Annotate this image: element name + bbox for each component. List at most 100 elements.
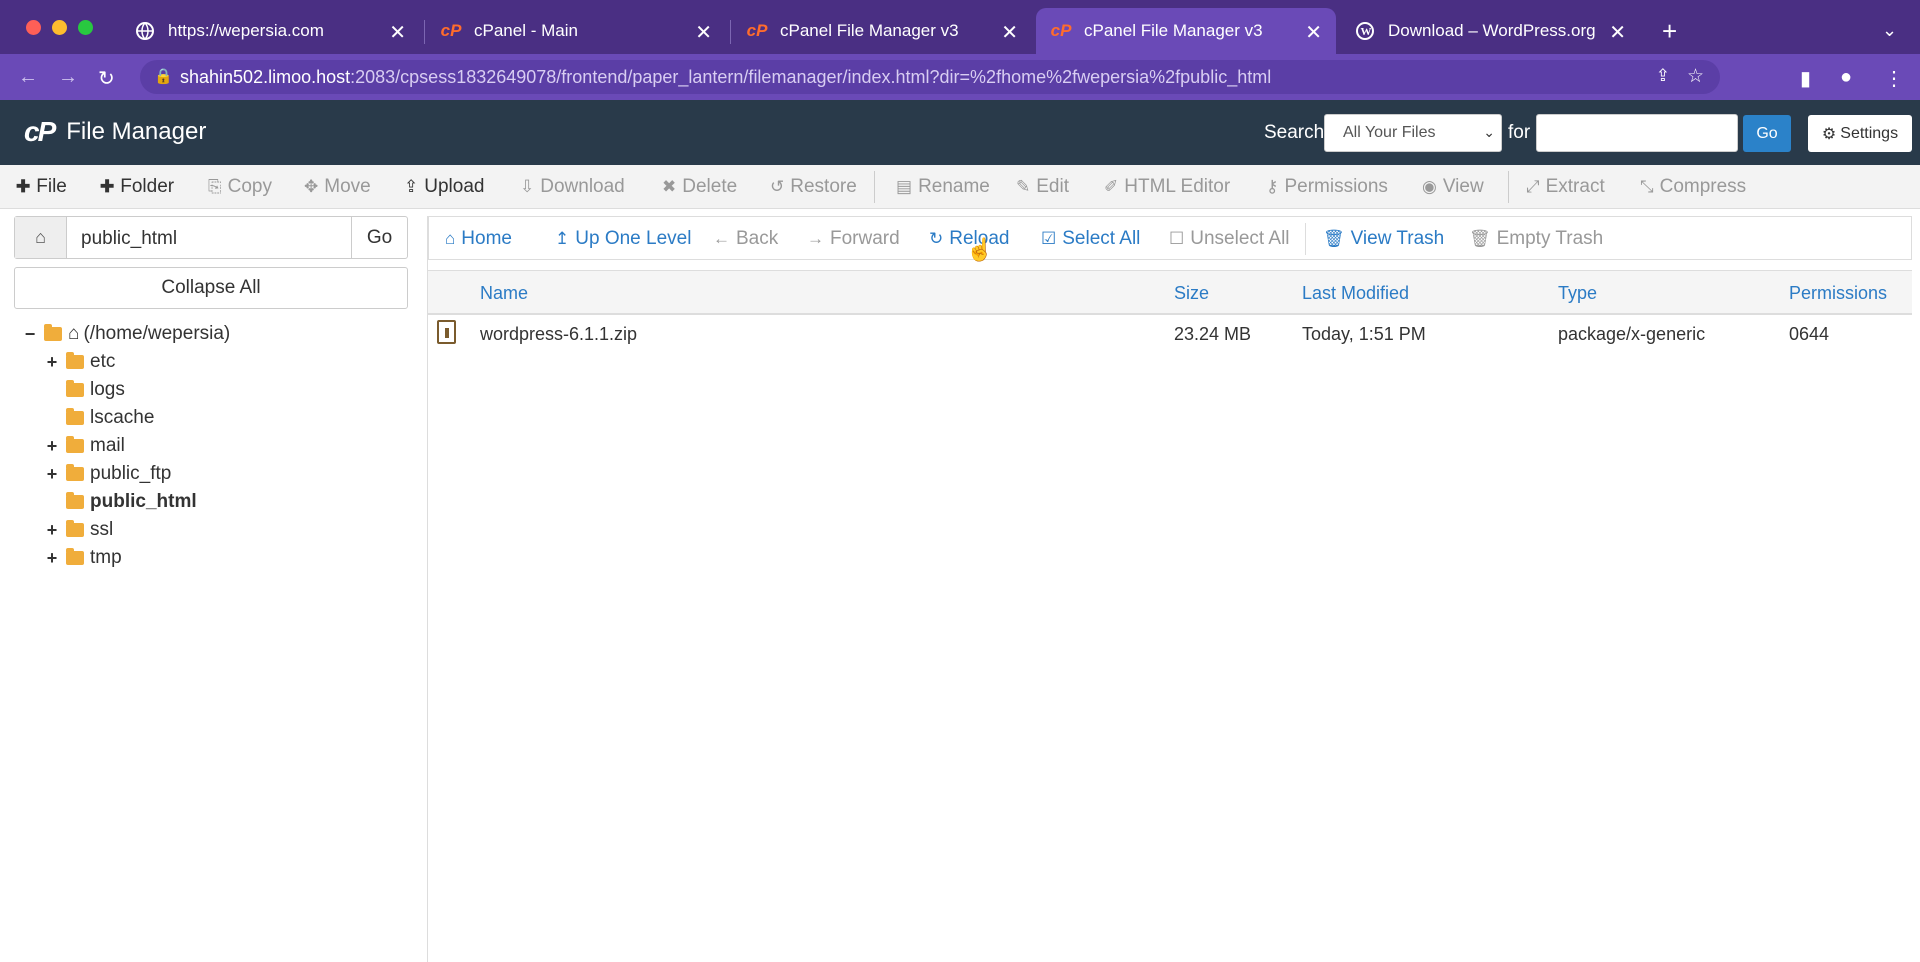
profile-icon[interactable]: ● <box>1840 66 1852 89</box>
browser-tab-wepersia[interactable]: https://wepersia.com ✕ <box>120 8 420 54</box>
folder-icon <box>66 520 84 537</box>
home-button[interactable]: ⌂ Home <box>445 228 512 250</box>
back-button[interactable]: ← Back <box>713 228 778 250</box>
extract-button[interactable]: ⤢ Extract <box>1526 176 1605 198</box>
copy-button[interactable]: ⎘ Copy <box>208 176 272 198</box>
folder-icon <box>66 492 84 509</box>
view-trash-button[interactable]: 🗑 View Trash <box>1323 228 1444 250</box>
tree-node-public-ftp[interactable]: + public_ftp <box>44 462 172 486</box>
arrow-left-icon: ← <box>713 229 730 248</box>
close-icon[interactable]: ✕ <box>695 20 712 45</box>
expand-icon[interactable]: + <box>44 548 60 569</box>
browser-tab-file-manager-1[interactable]: cP cPanel File Manager v3 ✕ <box>732 8 1032 54</box>
forward-arrow-icon[interactable]: → <box>58 66 78 89</box>
column-header-last-modified[interactable]: Last Modified <box>1302 283 1409 304</box>
maximize-window-button[interactable] <box>78 20 93 35</box>
tree-node-tmp[interactable]: + tmp <box>44 546 122 570</box>
settings-button[interactable]: ⚙ Settings <box>1808 115 1912 152</box>
download-icon: ⇩ <box>520 177 535 196</box>
star-icon[interactable]: ☆ <box>1687 65 1704 88</box>
empty-trash-button[interactable]: 🗑 Empty Trash <box>1469 228 1603 250</box>
tree-node-lscache[interactable]: lscache <box>44 406 154 430</box>
close-icon[interactable]: ✕ <box>1305 20 1322 45</box>
up-one-level-button[interactable]: ↥ Up One Level <box>555 228 691 250</box>
svg-text:W: W <box>1361 26 1372 38</box>
checkbox-empty-icon: ☐ <box>1169 229 1185 248</box>
close-icon[interactable]: ✕ <box>1609 20 1626 45</box>
collapse-icon[interactable]: − <box>22 324 38 345</box>
search-scope-select[interactable]: All Your Files ⌄ <box>1324 114 1502 152</box>
search-input[interactable] <box>1536 114 1738 152</box>
rename-button[interactable]: ▤ Rename <box>896 176 990 198</box>
expand-icon[interactable]: + <box>44 520 60 541</box>
download-button[interactable]: ⇩ Download <box>520 176 625 198</box>
folder-icon <box>66 548 84 565</box>
new-file-button[interactable]: ✚ File <box>16 176 67 198</box>
restore-button[interactable]: ↺ Restore <box>770 176 857 198</box>
tree-node-public-html[interactable]: public_html <box>44 490 197 514</box>
pointer-cursor-icon: ☝ <box>966 237 994 262</box>
checkbox-checked-icon: ☑ <box>1041 229 1057 248</box>
move-button[interactable]: ✥ Move <box>304 176 371 198</box>
expand-icon[interactable]: + <box>44 352 60 373</box>
tree-node-home[interactable]: − ⌂ (/home/wepersia) <box>22 322 231 346</box>
table-row[interactable]: wordpress-6.1.1.zip 23.24 MB Today, 1:51… <box>428 316 1912 358</box>
tree-node-ssl[interactable]: + ssl <box>44 518 114 542</box>
home-icon[interactable]: ⌂ <box>15 217 67 258</box>
file-table-header: Name Size Last Modified Type Permissions <box>428 270 1912 315</box>
file-name: wordpress-6.1.1.zip <box>480 324 638 344</box>
arrow-right-icon: → <box>807 229 824 248</box>
path-go-button[interactable]: Go <box>351 217 407 258</box>
upload-button[interactable]: ⇪ Upload <box>404 176 484 198</box>
new-folder-button[interactable]: ✚ Folder <box>100 176 174 198</box>
close-icon[interactable]: ✕ <box>1001 20 1018 45</box>
edit-button[interactable]: ✎ Edit <box>1016 176 1069 198</box>
forward-button[interactable]: → Forward <box>807 228 900 250</box>
permissions-button[interactable]: ⚷ Permissions <box>1266 176 1388 198</box>
browser-tab-cpanel-main[interactable]: cP cPanel - Main ✕ <box>426 8 726 54</box>
file-toolbar: ✚ File ✚ Folder ⎘ Copy ✥ Move ⇪ Upload ⇩ Downl… <box>0 165 1920 209</box>
tree-node-mail[interactable]: + mail <box>44 434 125 458</box>
url-path: :2083/cpsess1832649078/frontend/paper_la… <box>350 66 1272 87</box>
column-header-type[interactable]: Type <box>1558 283 1597 304</box>
browser-tab-wordpress[interactable]: W Download – WordPress.org ✕ <box>1340 8 1640 54</box>
tab-title: cPanel File Manager v3 <box>1084 21 1263 40</box>
tab-title: https://wepersia.com <box>168 21 324 40</box>
tree-node-logs[interactable]: logs <box>44 378 125 402</box>
html-editor-button[interactable]: ✐ HTML Editor <box>1104 176 1230 198</box>
column-header-size[interactable]: Size <box>1174 283 1209 304</box>
view-button[interactable]: ◉ View <box>1422 176 1484 198</box>
directory-nav-bar: ⌂ Home ↥ Up One Level ← Back → Forward ↻ Relo… <box>428 216 1912 260</box>
chevron-down-icon[interactable]: ⌄ <box>1882 20 1897 41</box>
browser-tab-bar: https://wepersia.com ✕ cP cPanel - Main … <box>0 0 1920 62</box>
compress-button[interactable]: ⤡ Compress <box>1640 176 1746 198</box>
select-all-button[interactable]: ☑ Select All <box>1041 228 1140 250</box>
search-label: Search <box>1264 122 1325 143</box>
url-field[interactable]: 🔒 shahin502.limoo.host:2083/cpsess183264… <box>140 60 1720 94</box>
eye-icon: ◉ <box>1422 177 1437 196</box>
app-header: cP File Manager Search All Your Files ⌄ … <box>0 100 1920 165</box>
search-go-button[interactable]: Go <box>1743 115 1791 152</box>
folder-open-icon <box>44 324 62 341</box>
close-window-button[interactable] <box>26 20 41 35</box>
browser-tab-file-manager-2[interactable]: cP cPanel File Manager v3 ✕ <box>1036 8 1336 54</box>
column-header-permissions[interactable]: Permissions <box>1789 283 1887 304</box>
expand-icon[interactable]: + <box>44 436 60 457</box>
compress-icon: ⤡ <box>1640 177 1654 196</box>
column-header-name[interactable]: Name <box>480 283 528 304</box>
expand-icon[interactable]: + <box>44 464 60 485</box>
close-icon[interactable]: ✕ <box>389 20 406 45</box>
sidebar-toggle-icon[interactable]: ▮ <box>1800 66 1811 91</box>
delete-button[interactable]: ✖ Delete <box>662 176 737 198</box>
unselect-all-button[interactable]: ☐ Unselect All <box>1169 228 1290 250</box>
minimize-window-button[interactable] <box>52 20 67 35</box>
reload-icon[interactable]: ↻ <box>98 66 115 91</box>
tree-node-etc[interactable]: + etc <box>44 350 116 374</box>
more-menu-icon[interactable]: ⋮ <box>1884 66 1904 91</box>
path-input[interactable]: public_html <box>81 228 177 250</box>
new-tab-button[interactable]: + <box>1662 16 1677 47</box>
collapse-all-button[interactable]: Collapse All <box>14 267 408 309</box>
for-label: for <box>1508 122 1531 143</box>
back-arrow-icon[interactable]: ← <box>18 66 38 89</box>
share-icon[interactable]: ⇪ <box>1656 66 1670 86</box>
